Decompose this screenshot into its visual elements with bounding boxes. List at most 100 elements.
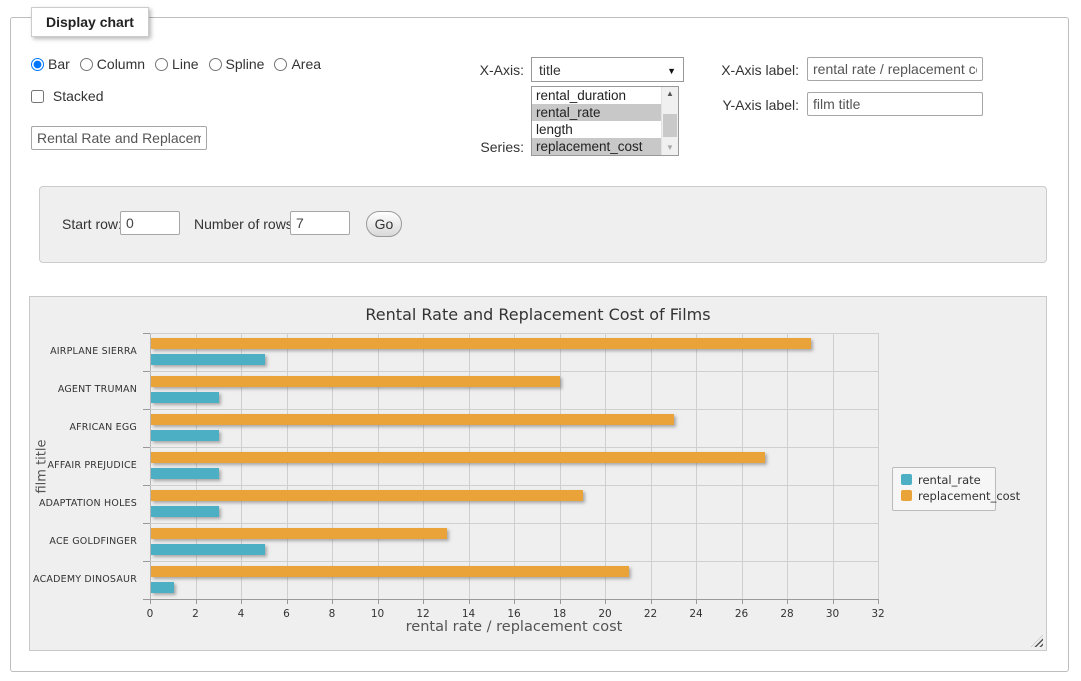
x-tick-label: 22 xyxy=(644,608,657,620)
legend-item-replacement_cost[interactable]: replacement_cost xyxy=(901,489,987,505)
x-axis-line xyxy=(150,599,879,600)
grid-line-horizontal xyxy=(150,333,878,334)
grid-line-vertical xyxy=(878,333,879,599)
series-option-replacement_cost[interactable]: replacement_cost xyxy=(532,138,661,155)
grid-line-vertical xyxy=(287,333,288,599)
legend-swatch-icon xyxy=(901,490,912,501)
series-option-rental_duration[interactable]: rental_duration xyxy=(532,87,661,104)
chart-title-input[interactable] xyxy=(31,126,207,150)
stacked-checkbox[interactable] xyxy=(31,90,44,103)
x-tick-label: 24 xyxy=(689,608,702,620)
grid-line-vertical xyxy=(196,333,197,599)
category-label: ADAPTATION HOLES xyxy=(30,498,137,509)
grid-line-vertical xyxy=(742,333,743,599)
bar-replacement_cost[interactable] xyxy=(151,452,765,463)
row-range-panel: Start row: Number of rows: Go xyxy=(39,186,1047,263)
grid-line-vertical xyxy=(332,333,333,599)
grid-line-vertical xyxy=(469,333,470,599)
bar-replacement_cost[interactable] xyxy=(151,490,583,501)
legend-label: rental_rate xyxy=(918,473,981,487)
x-axis-select-label: X-Axis: xyxy=(451,62,524,78)
grid-line-vertical xyxy=(560,333,561,599)
x-tick-label: 6 xyxy=(283,608,290,620)
scroll-down-icon[interactable]: ▼ xyxy=(662,141,678,155)
start-row-label: Start row: xyxy=(62,216,122,232)
bar-rental_rate[interactable] xyxy=(151,544,265,555)
chart-type-radio-line[interactable]: Line xyxy=(155,56,198,72)
resize-handle-icon[interactable] xyxy=(1031,635,1043,647)
series-options: rental_durationrental_ratelengthreplacem… xyxy=(532,87,678,155)
grid-line-vertical xyxy=(514,333,515,599)
grid-line-horizontal xyxy=(150,485,878,486)
bar-rental_rate[interactable] xyxy=(151,468,219,479)
bar-rental_rate[interactable] xyxy=(151,582,174,593)
x-tick-label: 20 xyxy=(598,608,611,620)
chart: Rental Rate and Replacement Cost of Film… xyxy=(29,296,1047,651)
chart-type-radio-spline[interactable]: Spline xyxy=(209,56,265,72)
y-tick-mark xyxy=(143,485,150,486)
radio-icon[interactable] xyxy=(209,58,222,71)
x-tick-label: 0 xyxy=(147,608,154,620)
stacked-checkbox-row[interactable]: Stacked xyxy=(31,88,103,104)
bar-replacement_cost[interactable] xyxy=(151,566,629,577)
x-axis-selected-value: title xyxy=(539,62,561,78)
series-listbox[interactable]: rental_durationrental_ratelengthreplacem… xyxy=(531,86,679,156)
radio-icon[interactable] xyxy=(155,58,168,71)
number-of-rows-input[interactable] xyxy=(290,211,350,235)
x-axis-label-input[interactable] xyxy=(807,57,983,81)
x-tick-label: 28 xyxy=(780,608,793,620)
radio-icon[interactable] xyxy=(274,58,287,71)
bar-rental_rate[interactable] xyxy=(151,392,219,403)
chart-type-radio-label: Spline xyxy=(226,56,265,72)
x-axis-select[interactable]: title ▼ xyxy=(531,57,684,82)
legend-item-rental_rate[interactable]: rental_rate xyxy=(901,473,987,489)
grid-line-vertical xyxy=(241,333,242,599)
grid-line-vertical xyxy=(651,333,652,599)
bar-rental_rate[interactable] xyxy=(151,430,219,441)
y-tick-mark xyxy=(143,333,150,334)
number-of-rows-label: Number of rows: xyxy=(194,216,297,232)
grid-line-vertical xyxy=(696,333,697,599)
fieldset-legend: Display chart xyxy=(31,7,149,37)
grid-line-horizontal xyxy=(150,447,878,448)
display-chart-fieldset: Display chart BarColumnLineSplineArea St… xyxy=(10,17,1069,672)
x-axis-label-label: X-Axis label: xyxy=(671,62,799,78)
bar-rental_rate[interactable] xyxy=(151,506,219,517)
series-label: Series: xyxy=(451,139,524,155)
y-tick-mark xyxy=(143,599,150,600)
x-tick-label: 8 xyxy=(329,608,336,620)
start-row-input[interactable] xyxy=(120,211,180,235)
category-label: AFRICAN EGG xyxy=(30,422,137,433)
grid-line-horizontal xyxy=(150,371,878,372)
chart-type-radio-label: Column xyxy=(97,56,145,72)
grid-line-vertical xyxy=(423,333,424,599)
category-label: AGENT TRUMAN xyxy=(30,384,137,395)
legend-label: replacement_cost xyxy=(918,489,1020,503)
category-label: AFFAIR PREJUDICE xyxy=(30,460,137,471)
grid-line-vertical xyxy=(787,333,788,599)
radio-icon[interactable] xyxy=(80,58,93,71)
chart-title: Rental Rate and Replacement Cost of Film… xyxy=(30,305,1046,324)
chart-x-axis-title: rental rate / replacement cost xyxy=(150,619,878,635)
series-option-length[interactable]: length xyxy=(532,121,661,138)
bar-replacement_cost[interactable] xyxy=(151,338,811,349)
y-axis-label-input[interactable] xyxy=(807,92,983,116)
series-option-rental_rate[interactable]: rental_rate xyxy=(532,104,661,121)
grid-line-horizontal xyxy=(150,561,878,562)
scrollbar-thumb[interactable] xyxy=(663,114,677,137)
chart-type-radio-bar[interactable]: Bar xyxy=(31,56,70,72)
chart-type-radio-area[interactable]: Area xyxy=(274,56,321,72)
x-tick-label: 10 xyxy=(371,608,384,620)
radio-icon[interactable] xyxy=(31,58,44,71)
bar-replacement_cost[interactable] xyxy=(151,376,560,387)
chart-type-radio-column[interactable]: Column xyxy=(80,56,145,72)
bar-rental_rate[interactable] xyxy=(151,354,265,365)
x-tick-label: 14 xyxy=(462,608,475,620)
chart-type-radio-label: Bar xyxy=(48,56,70,72)
x-tick-label: 18 xyxy=(553,608,566,620)
y-tick-mark xyxy=(143,409,150,410)
bar-replacement_cost[interactable] xyxy=(151,414,674,425)
go-button[interactable]: Go xyxy=(366,211,402,237)
x-tick-label: 4 xyxy=(238,608,245,620)
bar-replacement_cost[interactable] xyxy=(151,528,447,539)
